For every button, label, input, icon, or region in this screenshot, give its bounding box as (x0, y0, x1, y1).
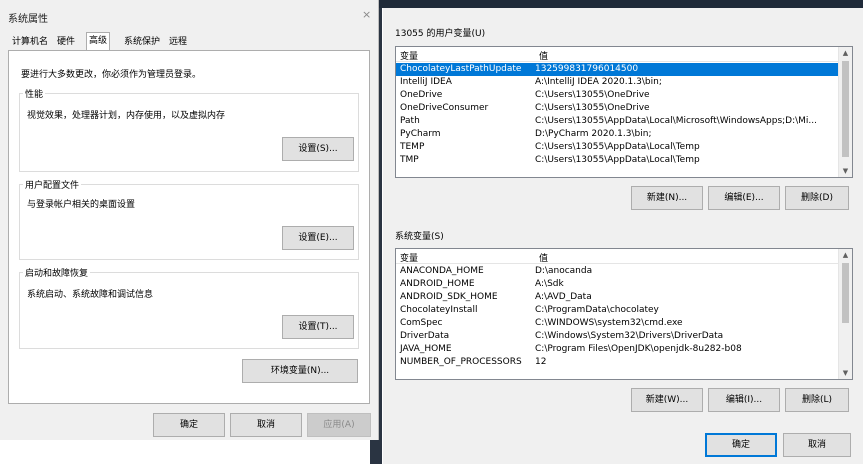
sys-vars-label: 系统变量(S) (395, 232, 444, 242)
sys-vars-header: 变量 值 (396, 249, 852, 264)
variable-value: A:\AVD_Data (535, 292, 592, 302)
scroll-up-icon[interactable]: ▲ (839, 251, 852, 259)
variable-name: JAVA_HOME (400, 344, 452, 354)
environment-variables-button[interactable]: 环境变量(N)... (242, 359, 358, 383)
variable-name: ChocolateyLastPathUpdate (400, 64, 522, 74)
variable-name: ANDROID_HOME (400, 279, 475, 289)
variable-name: NUMBER_OF_PROCESSORS (400, 357, 522, 367)
user-profiles-settings-button[interactable]: 设置(E)... (282, 226, 354, 250)
scroll-up-icon[interactable]: ▲ (839, 49, 852, 57)
variable-value: C:\ProgramData\chocolatey (535, 305, 659, 315)
variable-row[interactable]: ANDROID_SDK_HOME A:\AVD_Data (396, 291, 848, 304)
ok-button[interactable]: 确定 (153, 413, 225, 437)
variable-value: C:\Users\13055\AppData\Local\Temp (535, 155, 700, 165)
tab-system-protection[interactable]: 系统保护 (122, 34, 162, 50)
variable-name: IntelliJ IDEA (400, 77, 452, 87)
sys-new-button[interactable]: 新建(W)... (631, 388, 703, 412)
variable-row[interactable]: ChocolateyInstall C:\ProgramData\chocolat… (396, 304, 848, 317)
user-vars-label: 13055 的用户变量(U) (395, 29, 486, 39)
variable-value: A:\Sdk (535, 279, 564, 289)
variable-name: TMP (400, 155, 419, 165)
user-profiles-title: 用户配置文件 (23, 178, 82, 191)
variable-name: PyCharm (400, 129, 441, 139)
variable-name: ChocolateyInstall (400, 305, 478, 315)
user-vars-scrollbar[interactable]: ▲ ▼ (838, 47, 852, 177)
scroll-thumb[interactable] (842, 263, 849, 323)
variable-value: A:\IntelliJ IDEA 2020.1.3\bin; (535, 77, 662, 87)
user-vars-header: 变量 值 (396, 47, 852, 62)
sys-vars-scrollbar[interactable]: ▲ ▼ (838, 249, 852, 379)
sys-edit-button[interactable]: 编辑(I)... (708, 388, 780, 412)
scroll-thumb[interactable] (842, 61, 849, 157)
user-delete-button[interactable]: 删除(D) (785, 186, 849, 210)
user-new-button[interactable]: 新建(N)... (631, 186, 703, 210)
startup-settings-button[interactable]: 设置(T)... (282, 315, 354, 339)
variable-name: OneDriveConsumer (400, 103, 489, 113)
variable-value: C:\Users\13055\AppData\Local\Microsoft\W… (535, 116, 818, 126)
col-var-header[interactable]: 变量 (400, 251, 418, 264)
tab-remote[interactable]: 远程 (167, 34, 189, 50)
variable-row[interactable]: OneDriveConsumer C:\Users\13055\OneDrive (396, 102, 848, 115)
variable-row[interactable]: ComSpec C:\WINDOWS\system32\cmd.exe (396, 317, 848, 330)
variable-value: C:\Program Files\OpenJDK\openjdk-8u282-b… (535, 344, 742, 354)
user-edit-button[interactable]: 编辑(E)... (708, 186, 780, 210)
variable-name: ANDROID_SDK_HOME (400, 292, 498, 302)
tab-hardware[interactable]: 硬件 (55, 34, 77, 50)
variable-row[interactable]: TEMP C:\Users\13055\AppData\Local\Temp (396, 141, 848, 154)
variable-value: C:\Users\13055\AppData\Local\Temp (535, 142, 700, 152)
admin-note: 要进行大多数更改，你必须作为管理员登录。 (21, 70, 202, 80)
variable-row[interactable]: TMP C:\Users\13055\AppData\Local\Temp (396, 154, 848, 167)
scroll-down-icon[interactable]: ▼ (839, 369, 852, 377)
variable-value: C:\Users\13055\OneDrive (535, 103, 650, 113)
performance-desc: 视觉效果，处理器计划，内存使用，以及虚拟内存 (27, 111, 226, 121)
startup-recovery-title: 启动和故障恢复 (23, 266, 91, 279)
variable-row[interactable]: ANDROID_HOME A:\Sdk (396, 278, 848, 291)
dialog-title: 系统属性 (8, 14, 48, 25)
performance-settings-button[interactable]: 设置(S)... (282, 137, 354, 161)
variable-name: Path (400, 116, 420, 126)
env-cancel-button[interactable]: 取消 (783, 433, 851, 457)
variable-value: D:\PyCharm 2020.1.3\bin; (535, 129, 652, 139)
env-ok-button[interactable]: 确定 (705, 433, 777, 457)
variable-row[interactable]: NUMBER_OF_PROCESSORS 12 (396, 356, 848, 369)
variable-row[interactable]: PyCharm D:\PyCharm 2020.1.3\bin; (396, 128, 848, 141)
col-var-header[interactable]: 变量 (400, 49, 418, 62)
cancel-button[interactable]: 取消 (230, 413, 302, 437)
system-properties-dialog: 系统属性 × 计算机名 硬件 高级 系统保护 远程 要进行大多数更改，你必须作为… (0, 0, 379, 440)
variable-row[interactable]: Path C:\Users\13055\AppData\Local\Microso… (396, 115, 848, 128)
variable-row[interactable]: IntelliJ IDEA A:\IntelliJ IDEA 2020.1.3\b… (396, 76, 848, 89)
variable-value: 132599831796014500 (535, 64, 639, 74)
variable-value: D:\anocanda (535, 266, 593, 276)
environment-variables-dialog: 13055 的用户变量(U) 变量 值 ChocolateyLastPathUp… (383, 8, 863, 464)
startup-recovery-desc: 系统启动、系统故障和调试信息 (27, 290, 154, 300)
tab-advanced[interactable]: 高级 (86, 32, 111, 52)
col-val-header[interactable]: 值 (539, 49, 548, 62)
user-profiles-desc: 与登录帐户相关的桌面设置 (27, 200, 136, 210)
variable-name: DriverData (400, 331, 450, 341)
variable-name: ANACONDA_HOME (400, 266, 484, 276)
performance-title: 性能 (23, 87, 46, 100)
variable-name: ComSpec (400, 318, 443, 328)
variable-value: 12 (535, 357, 547, 367)
variable-row[interactable]: ANACONDA_HOME D:\anocanda (396, 265, 848, 278)
user-vars-list[interactable]: 变量 值 ChocolateyLastPathUpdate 13259983179… (395, 46, 853, 178)
apply-button[interactable]: 应用(A) (307, 413, 371, 437)
col-val-header[interactable]: 值 (539, 251, 548, 264)
variable-row[interactable]: JAVA_HOME C:\Program Files\OpenJDK\openjd… (396, 343, 848, 356)
background-top-strip (378, 0, 863, 8)
sys-vars-list[interactable]: 变量 值 ANACONDA_HOME D:\anocanda ANDROID_HOM… (395, 248, 853, 380)
variable-name: OneDrive (400, 90, 443, 100)
scroll-down-icon[interactable]: ▼ (839, 167, 852, 175)
close-icon[interactable]: × (362, 8, 371, 21)
tab-computer-name[interactable]: 计算机名 (10, 34, 50, 50)
variable-value: C:\Users\13055\OneDrive (535, 90, 650, 100)
variable-value: C:\Windows\System32\Drivers\DriverData (535, 331, 724, 341)
variable-row[interactable]: ChocolateyLastPathUpdate 1325998317960145… (396, 63, 848, 76)
variable-row[interactable]: DriverData C:\Windows\System32\Drivers\Dr… (396, 330, 848, 343)
variable-row[interactable]: OneDrive C:\Users\13055\OneDrive (396, 89, 848, 102)
variable-value: C:\WINDOWS\system32\cmd.exe (535, 318, 683, 328)
advanced-tab-panel: 要进行大多数更改，你必须作为管理员登录。 性能 视觉效果，处理器计划，内存使用，… (8, 50, 370, 404)
sys-delete-button[interactable]: 删除(L) (785, 388, 849, 412)
variable-name: TEMP (400, 142, 425, 152)
